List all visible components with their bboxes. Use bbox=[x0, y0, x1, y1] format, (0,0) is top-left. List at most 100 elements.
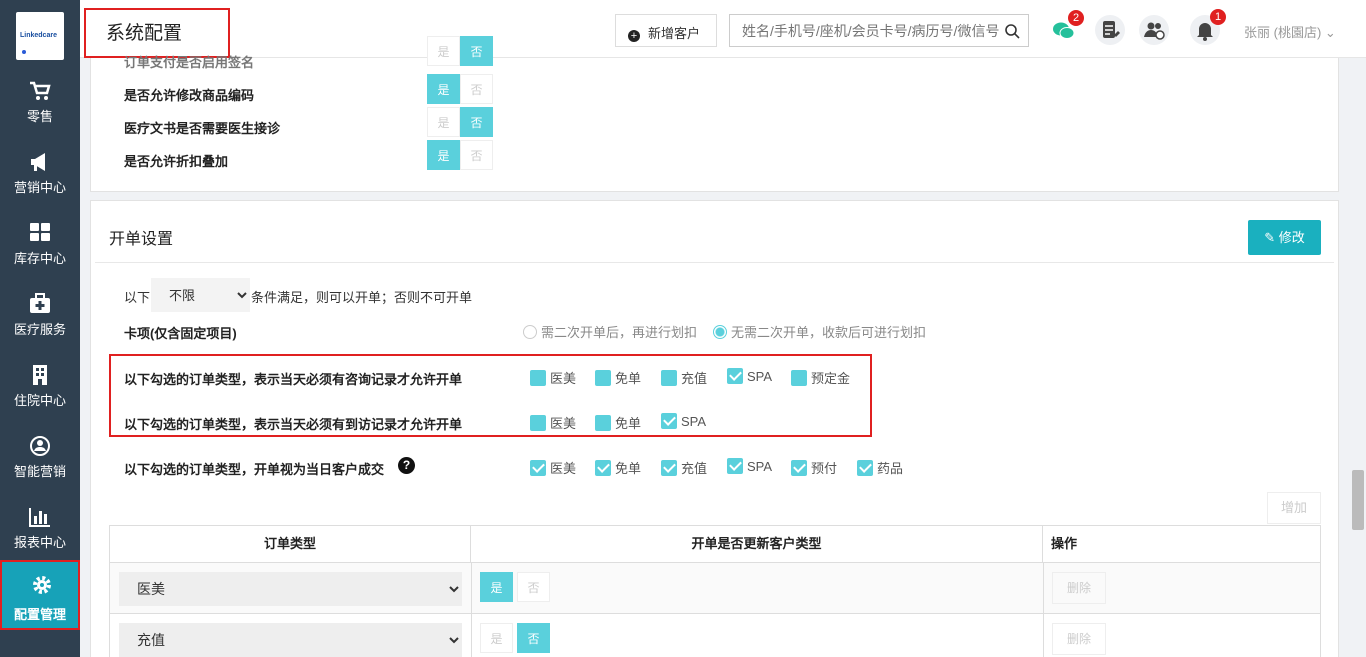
order-type-select[interactable]: 充值 bbox=[119, 623, 462, 657]
checkbox[interactable] bbox=[595, 370, 611, 386]
wechat-icon[interactable]: 2 bbox=[1050, 10, 1084, 44]
checkbox[interactable] bbox=[530, 460, 546, 476]
deal-checkbox-yimei[interactable]: 医美 bbox=[530, 458, 576, 477]
toggle-no[interactable]: 否 bbox=[460, 140, 493, 170]
order-type-table: 订单类型 开单是否更新客户类型 操作 医美 是 否 删除 充值 是 否 删除 bbox=[109, 525, 1321, 657]
checkbox-label: 充值 bbox=[681, 461, 708, 476]
consult-checkbox-spa[interactable]: SPA bbox=[727, 368, 772, 384]
checkbox[interactable] bbox=[530, 415, 546, 431]
condition-prefix: 以下 bbox=[124, 290, 151, 305]
toggle-no[interactable]: 否 bbox=[517, 623, 550, 653]
setting-label: 是否允许修改商品编码 bbox=[124, 88, 255, 103]
logo[interactable]: Linkedcare bbox=[16, 12, 64, 60]
toggle-no[interactable]: 否 bbox=[460, 107, 493, 137]
visit-checkbox-yimei[interactable]: 医美 bbox=[530, 413, 576, 432]
setting-label: 医疗文书是否需要医生接诊 bbox=[124, 121, 281, 136]
sidebar-item-medical[interactable]: 医疗服务 bbox=[0, 285, 80, 351]
consult-checkbox-deposit[interactable]: 预定金 bbox=[791, 368, 850, 387]
sidebar-item-reports[interactable]: 报表中心 bbox=[0, 498, 80, 564]
deal-checkbox-prepay[interactable]: 预付 bbox=[791, 458, 837, 477]
radio-second-order[interactable]: 需二次开单后，再进行划扣 bbox=[523, 322, 697, 341]
plus-circle-icon: + bbox=[628, 30, 640, 42]
visit-rule-label: 以下勾选的订单类型，表示当天必须有到访记录才允许开单 bbox=[124, 417, 463, 432]
consult-checkbox-recharge[interactable]: 充值 bbox=[661, 368, 707, 387]
checkbox[interactable] bbox=[661, 413, 677, 429]
radio-circle[interactable] bbox=[713, 325, 727, 339]
add-customer-button[interactable]: + 新增客户 bbox=[615, 14, 717, 47]
sidebar-item-config[interactable]: 配置管理 bbox=[0, 560, 80, 630]
sidebar-item-smart-marketing[interactable]: 智能营销 bbox=[0, 427, 80, 493]
sidebar-item-label: 报表中心 bbox=[13, 535, 66, 550]
medical-kit-icon bbox=[30, 293, 50, 313]
visit-checkbox-free[interactable]: 免单 bbox=[595, 413, 641, 432]
edit-button[interactable]: ✎ 修改 bbox=[1248, 220, 1321, 255]
toggle-no[interactable]: 否 bbox=[460, 74, 493, 104]
toggle-yes[interactable]: 是 bbox=[427, 107, 460, 137]
order-type-select[interactable]: 医美 bbox=[119, 572, 462, 606]
toggle-yes[interactable]: 是 bbox=[427, 140, 460, 170]
checkbox[interactable] bbox=[727, 368, 743, 384]
sidebar-item-inventory[interactable]: 库存中心 bbox=[0, 214, 80, 280]
checkbox-label: 医美 bbox=[550, 371, 577, 386]
checkbox[interactable] bbox=[595, 460, 611, 476]
checkbox-label: 医美 bbox=[550, 461, 577, 476]
page-title: 系统配置 bbox=[84, 8, 230, 58]
consult-checkbox-free[interactable]: 免单 bbox=[595, 368, 641, 387]
condition-select[interactable]: 不限 bbox=[151, 278, 250, 312]
sidebar-item-label: 住院中心 bbox=[13, 393, 66, 408]
sidebar: Linkedcare 零售 营销中心 库存中心 医疗服务 住院中心 智能营销 报… bbox=[0, 0, 80, 657]
setting-label: 订单支付是否启用签名 bbox=[124, 55, 255, 70]
logo-text: Linkedcare bbox=[20, 32, 57, 39]
deal-checkbox-recharge[interactable]: 充值 bbox=[661, 458, 707, 477]
sidebar-item-retail[interactable]: 零售 bbox=[0, 72, 80, 138]
toggle-no[interactable]: 否 bbox=[460, 36, 493, 66]
checkbox[interactable] bbox=[727, 458, 743, 474]
search-input[interactable] bbox=[730, 15, 1002, 46]
sidebar-item-label: 配置管理 bbox=[13, 607, 66, 622]
user-menu[interactable]: 张丽 (桃園店) ⌄ bbox=[1244, 22, 1336, 41]
sidebar-item-marketing[interactable]: 营销中心 bbox=[0, 143, 80, 209]
visit-checkbox-spa[interactable]: SPA bbox=[661, 413, 706, 429]
sidebar-item-label: 营销中心 bbox=[13, 180, 66, 195]
checkbox[interactable] bbox=[661, 460, 677, 476]
divider bbox=[95, 262, 1334, 263]
search-icon[interactable] bbox=[1004, 23, 1020, 39]
consult-checkbox-yimei[interactable]: 医美 bbox=[530, 368, 576, 387]
scrollbar[interactable] bbox=[1352, 470, 1364, 530]
column-divider bbox=[1043, 614, 1044, 657]
notes-icon[interactable] bbox=[1095, 15, 1125, 45]
checkbox-label: 充值 bbox=[681, 371, 708, 386]
toggle-yes[interactable]: 是 bbox=[480, 623, 513, 653]
checkbox-label: 药品 bbox=[877, 461, 904, 476]
radio-circle[interactable] bbox=[523, 325, 537, 339]
sidebar-item-label: 智能营销 bbox=[13, 464, 66, 479]
checkbox[interactable] bbox=[791, 460, 807, 476]
table-row: 医美 是 否 删除 bbox=[110, 562, 1320, 613]
add-row-button[interactable]: 增加 bbox=[1267, 492, 1321, 524]
help-icon[interactable]: ? bbox=[398, 457, 415, 474]
team-clock-icon[interactable] bbox=[1139, 15, 1169, 45]
toggle-no[interactable]: 否 bbox=[517, 572, 550, 602]
search-box[interactable] bbox=[729, 14, 1029, 47]
sidebar-item-label: 零售 bbox=[26, 109, 53, 124]
card-item-label: 卡项(仅含固定项目) bbox=[124, 326, 237, 341]
deal-checkbox-free[interactable]: 免单 bbox=[595, 458, 641, 477]
toggle-yes[interactable]: 是 bbox=[427, 36, 460, 66]
deal-checkbox-drug[interactable]: 药品 bbox=[857, 458, 903, 477]
radio-no-second-order[interactable]: 无需二次开单，收款后可进行划扣 bbox=[713, 322, 926, 341]
checkbox-label: SPA bbox=[681, 414, 707, 429]
checkbox[interactable] bbox=[857, 460, 873, 476]
toggle-yes[interactable]: 是 bbox=[427, 74, 460, 104]
bell-icon[interactable]: 1 bbox=[1190, 9, 1226, 45]
checkbox-label: 医美 bbox=[550, 416, 577, 431]
checkbox[interactable] bbox=[530, 370, 546, 386]
checkbox[interactable] bbox=[661, 370, 677, 386]
checkbox[interactable] bbox=[791, 370, 807, 386]
delete-button[interactable]: 删除 bbox=[1052, 623, 1106, 655]
toggle-yes[interactable]: 是 bbox=[480, 572, 513, 602]
cart-icon bbox=[30, 81, 51, 100]
checkbox[interactable] bbox=[595, 415, 611, 431]
delete-button[interactable]: 删除 bbox=[1052, 572, 1106, 604]
sidebar-item-inpatient[interactable]: 住院中心 bbox=[0, 356, 80, 422]
deal-checkbox-spa[interactable]: SPA bbox=[727, 458, 772, 474]
